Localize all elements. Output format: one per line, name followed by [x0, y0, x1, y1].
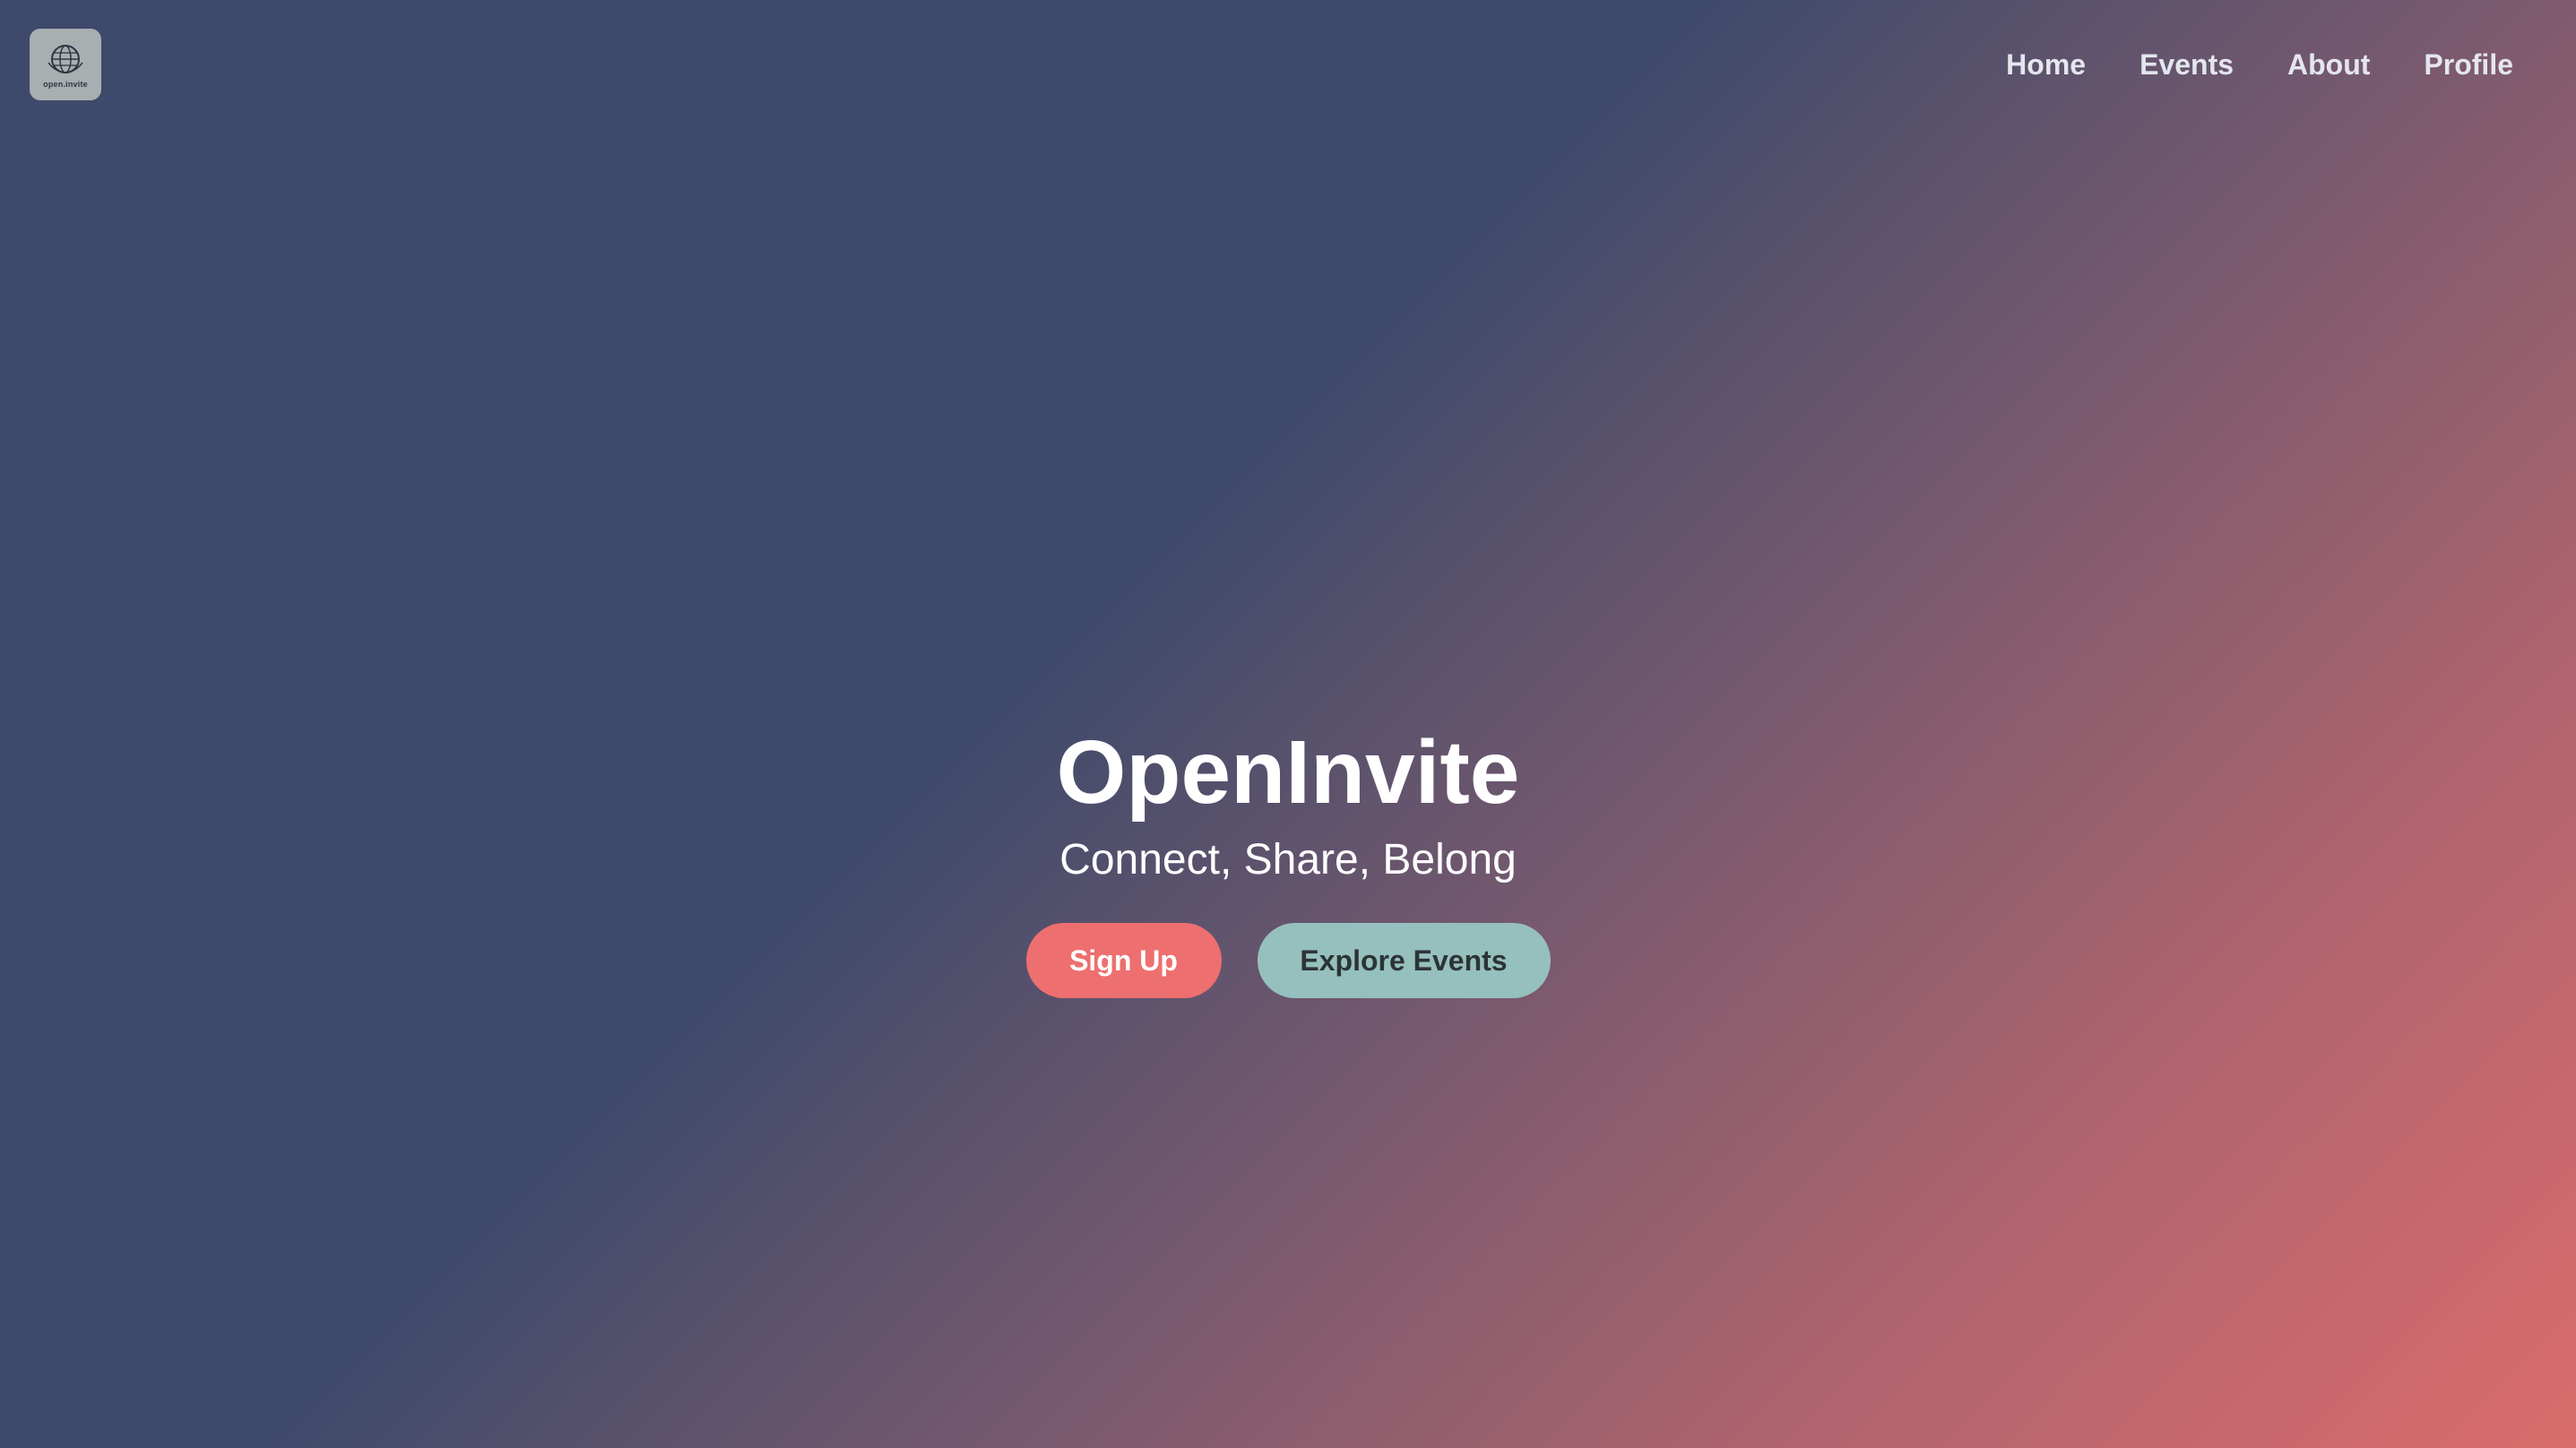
globe-icon	[48, 44, 83, 73]
nav-home[interactable]: Home	[2006, 47, 2086, 82]
nav-events[interactable]: Events	[2139, 47, 2234, 82]
nav-about[interactable]: About	[2287, 47, 2370, 82]
explore-events-button[interactable]: Explore Events	[1257, 923, 1551, 998]
hero-title: OpenInvite	[1056, 722, 1520, 823]
logo-text: open.invite	[43, 79, 88, 89]
main-nav: Home Events About Profile	[2006, 47, 2513, 82]
hero-buttons: Sign Up Explore Events	[1025, 923, 1551, 998]
nav-profile[interactable]: Profile	[2424, 47, 2513, 82]
sign-up-button[interactable]: Sign Up	[1025, 923, 1222, 998]
hero-subtitle: Connect, Share, Belong	[1059, 836, 1517, 883]
logo[interactable]: open.invite	[30, 29, 101, 100]
hero-section: OpenInvite Connect, Share, Belong Sign U…	[0, 717, 2576, 998]
